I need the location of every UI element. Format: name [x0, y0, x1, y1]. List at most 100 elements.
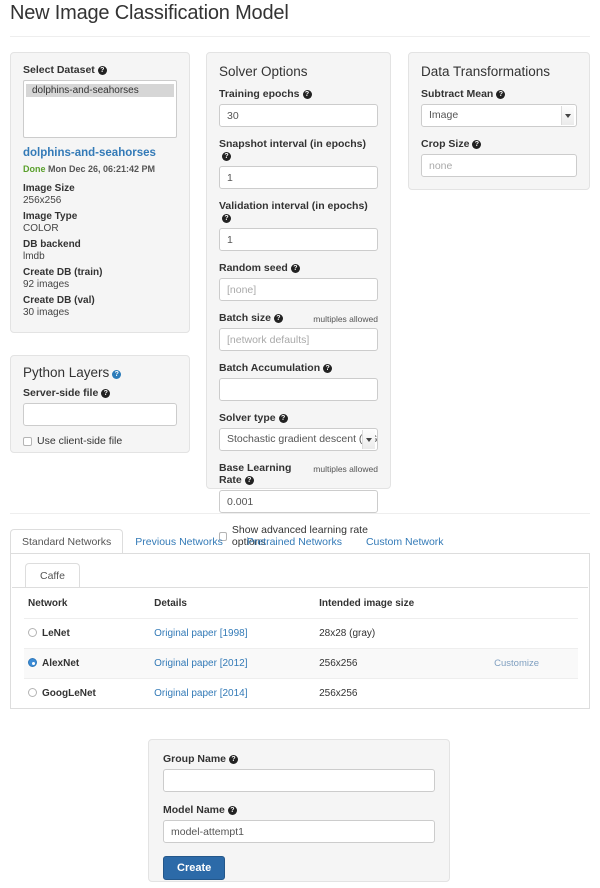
batch-size-input[interactable] [219, 328, 378, 351]
detail-key: Image Size [23, 183, 177, 194]
detail-key: Image Type [23, 211, 177, 222]
batch-accumulation-label: Batch Accumulation? [219, 362, 378, 374]
help-icon[interactable]: ? [323, 364, 332, 373]
batch-accumulation-input[interactable] [219, 378, 378, 401]
dataset-listbox[interactable]: dolphins-and-seahorses [23, 80, 177, 138]
tab-previous-networks[interactable]: Previous Networks [123, 529, 235, 554]
data-transformations-heading: Data Transformations [421, 64, 577, 79]
group-name-input[interactable] [163, 769, 435, 792]
table-row[interactable]: LeNet Original paper [1998] 28x28 (gray) [24, 619, 578, 649]
customize-cell [490, 619, 578, 649]
help-icon[interactable]: ? [245, 476, 254, 485]
column-header-image-size: Intended image size [315, 594, 490, 619]
help-icon[interactable]: ? [472, 140, 481, 149]
base-learning-rate-input[interactable] [219, 490, 378, 513]
model-creation-page: New Image Classification Model Select Da… [0, 0, 600, 888]
help-icon[interactable]: ? [222, 214, 231, 223]
column-header-details: Details [150, 594, 315, 619]
detail-value: COLOR [23, 223, 177, 234]
tab-custom-network[interactable]: Custom Network [354, 529, 456, 554]
validation-interval-input[interactable] [219, 228, 378, 251]
dataset-details: Image Size 256x256 Image Type COLOR DB b… [23, 183, 177, 318]
help-icon[interactable]: ? [222, 152, 231, 161]
subtract-mean-value: Image [429, 109, 458, 121]
image-size-cell: 28x28 (gray) [315, 619, 490, 649]
network-cell[interactable]: LeNet [24, 619, 150, 649]
table-row[interactable]: AlexNet Original paper [2012] 256x256 Cu… [24, 649, 578, 679]
networks-table: Network Details Intended image size LeNe… [24, 594, 578, 708]
solver-options-panel: Solver Options Training epochs? Snapshot… [206, 52, 391, 489]
snapshot-interval-label: Snapshot interval (in epochs)? [219, 138, 378, 162]
model-name-input[interactable] [163, 820, 435, 843]
select-dataset-label: Select Dataset? [23, 64, 177, 76]
original-paper-link[interactable]: Original paper [2012] [154, 658, 247, 669]
checkbox-label: Use client-side file [37, 435, 122, 447]
standard-networks-pane: Caffe Network Details Intended image siz… [10, 553, 590, 709]
solver-options-heading: Solver Options [219, 64, 378, 79]
image-size-cell: 256x256 [315, 649, 490, 679]
radio-googlenet[interactable] [28, 688, 37, 697]
title-divider [10, 36, 590, 37]
framework-tabs: Caffe [25, 563, 80, 587]
page-title: New Image Classification Model [10, 2, 289, 25]
detail-value: 256x256 [23, 195, 177, 206]
use-client-side-file-checkbox[interactable]: Use client-side file [23, 435, 177, 447]
checkbox-box[interactable] [23, 437, 32, 446]
customize-cell[interactable]: Customize [490, 649, 578, 679]
help-icon[interactable]: ? [112, 370, 121, 379]
tab-standard-networks[interactable]: Standard Networks [10, 529, 123, 554]
column-header-actions [490, 594, 578, 619]
framework-tabs-divider [12, 587, 588, 588]
tab-pretrained-networks[interactable]: Pretrained Networks [235, 529, 354, 554]
details-cell[interactable]: Original paper [2012] [150, 649, 315, 679]
detail-key: Create DB (train) [23, 267, 177, 278]
help-icon[interactable]: ? [101, 389, 110, 398]
details-cell[interactable]: Original paper [2014] [150, 679, 315, 709]
radio-alexnet[interactable] [28, 658, 37, 667]
subtab-caffe[interactable]: Caffe [25, 563, 80, 588]
server-side-file-input[interactable] [23, 403, 177, 426]
dataset-link[interactable]: dolphins-and-seahorses [23, 147, 177, 159]
radio-lenet[interactable] [28, 628, 37, 637]
network-name: LeNet [42, 628, 70, 639]
solver-type-select[interactable]: Stochastic gradient descent (SGD) [219, 428, 378, 451]
detail-key: Create DB (val) [23, 295, 177, 306]
group-name-label: Group Name? [163, 753, 435, 765]
training-epochs-label: Training epochs? [219, 88, 378, 100]
table-row[interactable]: GoogLeNet Original paper [2014] 256x256 [24, 679, 578, 709]
original-paper-link[interactable]: Original paper [1998] [154, 628, 247, 639]
validation-interval-label: Validation interval (in epochs)? [219, 200, 378, 224]
chevron-down-icon[interactable] [561, 106, 574, 125]
help-icon[interactable]: ? [496, 90, 505, 99]
original-paper-link[interactable]: Original paper [2014] [154, 688, 247, 699]
data-transformations-panel: Data Transformations Subtract Mean? Imag… [408, 52, 590, 190]
help-icon[interactable]: ? [303, 90, 312, 99]
chevron-down-icon[interactable] [362, 430, 375, 449]
crop-size-input[interactable] [421, 154, 577, 177]
dataset-option[interactable]: dolphins-and-seahorses [26, 84, 174, 97]
details-cell[interactable]: Original paper [1998] [150, 619, 315, 649]
subtract-mean-select[interactable]: Image [421, 104, 577, 127]
help-icon[interactable]: ? [279, 414, 288, 423]
help-icon[interactable]: ? [98, 66, 107, 75]
help-icon[interactable]: ? [291, 264, 300, 273]
customize-cell [490, 679, 578, 709]
customize-link[interactable]: Customize [494, 658, 539, 669]
random-seed-label: Random seed? [219, 262, 378, 274]
random-seed-input[interactable] [219, 278, 378, 301]
network-cell[interactable]: AlexNet [24, 649, 150, 679]
detail-key: DB backend [23, 239, 177, 250]
network-name: AlexNet [42, 658, 79, 669]
select-dataset-panel: Select Dataset? dolphins-and-seahorses d… [10, 52, 190, 333]
create-button[interactable]: Create [163, 856, 225, 880]
snapshot-interval-input[interactable] [219, 166, 378, 189]
solver-type-value: Stochastic gradient descent (SGD) [227, 433, 378, 445]
help-icon[interactable]: ? [229, 755, 238, 764]
help-icon[interactable]: ? [228, 806, 237, 815]
training-epochs-input[interactable] [219, 104, 378, 127]
network-name: GoogLeNet [42, 688, 96, 699]
network-cell[interactable]: GoogLeNet [24, 679, 150, 709]
status-timestamp: Mon Dec 26, 06:21:42 PM [48, 164, 155, 174]
help-icon[interactable]: ? [274, 314, 283, 323]
dataset-status: Done Mon Dec 26, 06:21:42 PM [23, 164, 177, 174]
